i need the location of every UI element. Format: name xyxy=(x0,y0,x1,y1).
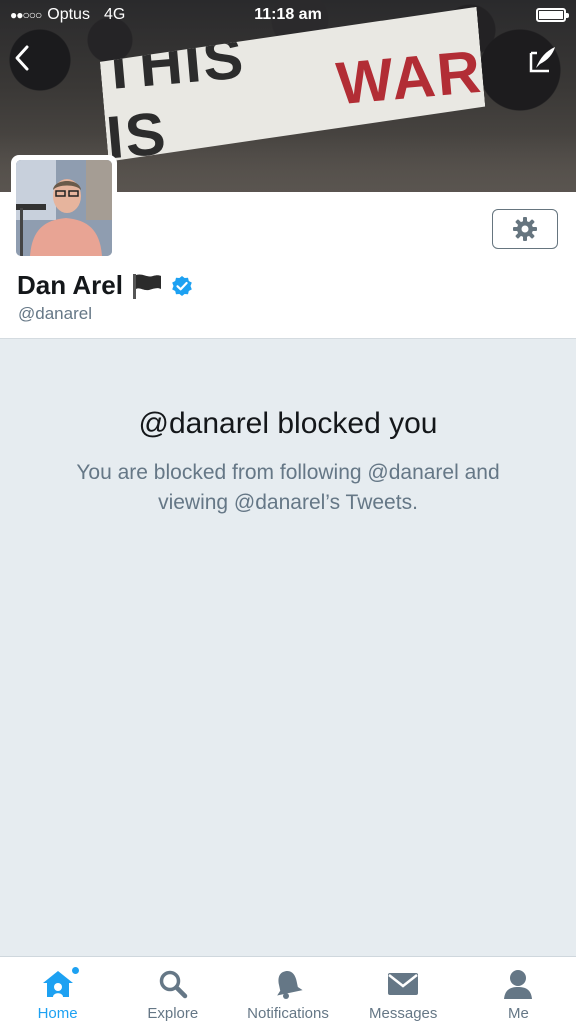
tab-bar: Home Explore Notifications Messages Me xyxy=(0,956,576,1024)
status-bar: ●●○○○ Optus 4G 11:18 am xyxy=(0,0,576,30)
avatar[interactable] xyxy=(11,155,117,261)
blocked-message: You are blocked from following @danarel … xyxy=(76,461,500,514)
tab-messages[interactable]: Messages xyxy=(346,957,461,1024)
tab-me[interactable]: Me xyxy=(461,957,576,1024)
blocked-title: @danarel blocked you xyxy=(138,407,438,440)
profile-header: Dan Arel @danarel xyxy=(0,155,576,339)
gear-icon xyxy=(513,217,537,241)
bell-icon xyxy=(271,967,305,1001)
display-name: Dan Arel xyxy=(17,270,123,300)
person-icon xyxy=(501,967,535,1001)
chevron-left-icon xyxy=(15,45,29,71)
tab-home[interactable]: Home xyxy=(0,957,115,1024)
sign-text-2: WAR xyxy=(333,37,486,117)
tab-label-explore: Explore xyxy=(147,1005,199,1022)
tab-label-messages: Messages xyxy=(369,1005,438,1022)
compose-tweet-button[interactable] xyxy=(526,42,560,76)
settings-button[interactable] xyxy=(492,209,558,249)
status-time: 11:18 am xyxy=(254,6,322,23)
home-icon xyxy=(41,967,75,1001)
tab-notifications[interactable]: Notifications xyxy=(230,957,345,1024)
tab-label-me: Me xyxy=(507,1005,529,1022)
search-icon xyxy=(156,967,190,1001)
tab-explore[interactable]: Explore xyxy=(115,957,230,1024)
profile-handle: @danarel xyxy=(18,304,92,323)
battery-icon xyxy=(536,8,569,22)
back-button[interactable] xyxy=(6,40,38,76)
avatar-photo xyxy=(16,160,112,256)
compose-icon xyxy=(529,47,555,73)
tab-label-notifications: Notifications xyxy=(247,1005,329,1022)
black-flag-icon xyxy=(132,273,161,299)
tab-label-home: Home xyxy=(37,1005,78,1022)
home-unread-dot xyxy=(71,966,80,975)
envelope-icon xyxy=(386,967,420,1001)
avatar-illustration xyxy=(16,160,112,256)
name-row: Dan Arel xyxy=(17,270,193,301)
blocked-notice: @danarel blocked you You are blocked fro… xyxy=(0,340,576,956)
verified-badge-icon xyxy=(172,275,192,296)
